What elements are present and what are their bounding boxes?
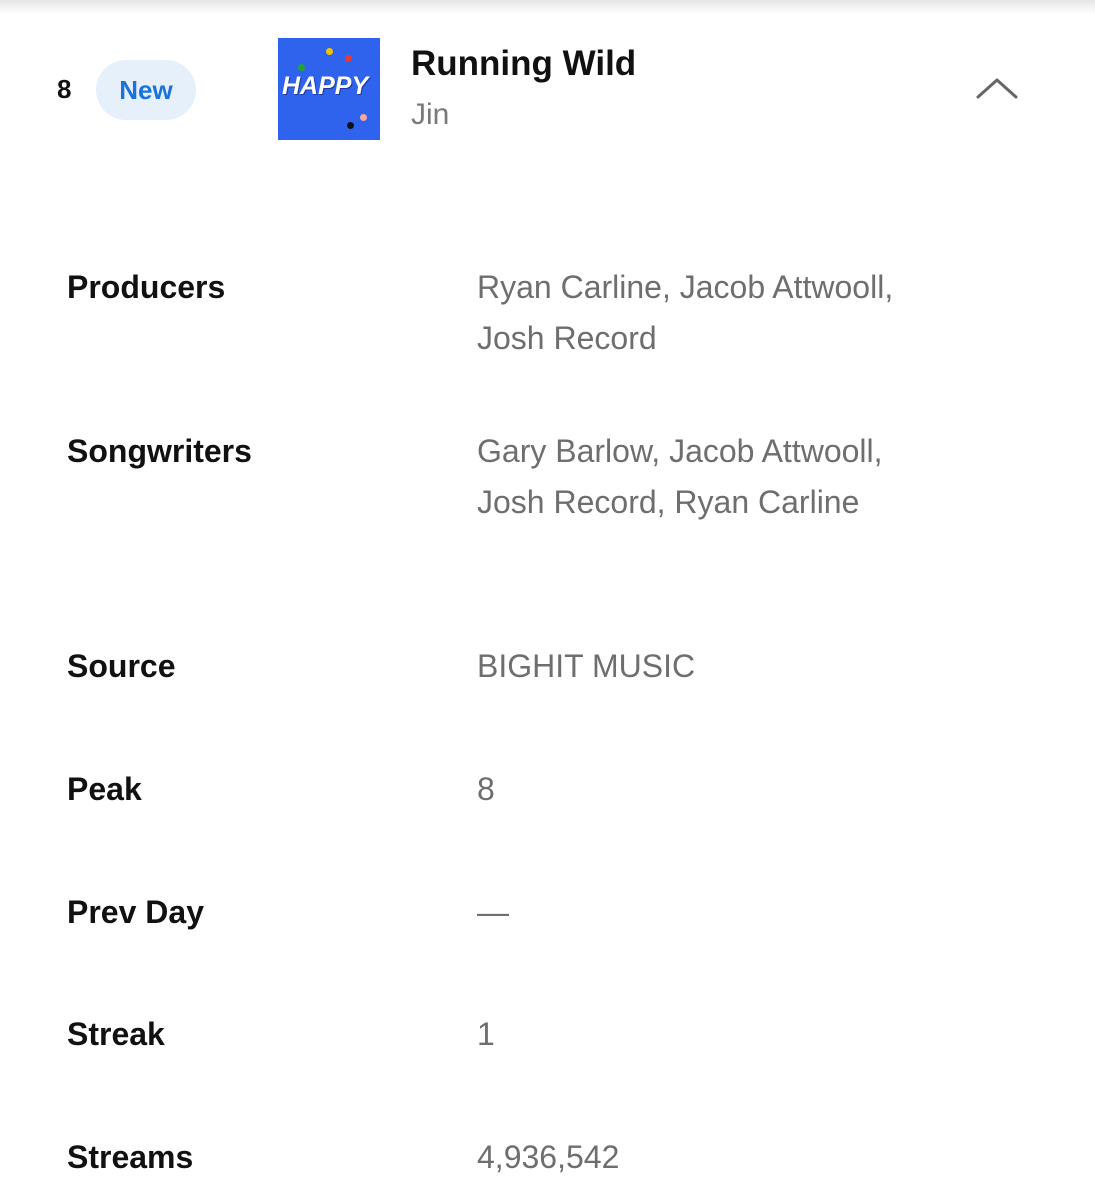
streak-value: 1 xyxy=(477,1016,495,1052)
streak-label: Streak xyxy=(67,1016,165,1052)
cover-dot-red xyxy=(345,55,352,62)
rank-number: 8 xyxy=(57,74,72,104)
collapse-button[interactable] xyxy=(972,70,1022,106)
songwriters-label: Songwriters xyxy=(67,433,252,469)
cover-dot-green xyxy=(298,64,305,71)
source-label: Source xyxy=(67,648,176,684)
cover-dot-black xyxy=(347,122,354,129)
producers-label: Producers xyxy=(67,269,226,305)
cover-title-text: HAPPY xyxy=(282,72,369,100)
cover-dot-pink xyxy=(360,114,367,121)
album-cover[interactable]: HAPPY xyxy=(278,38,380,140)
peak-value: 8 xyxy=(477,771,495,807)
prev-day-label: Prev Day xyxy=(67,894,204,930)
track-title[interactable]: Running Wild xyxy=(411,44,636,84)
peak-label: Peak xyxy=(67,771,142,807)
chevron-up-icon xyxy=(976,78,1018,99)
prev-day-value: — xyxy=(477,894,509,930)
chart-row-header[interactable]: 8 New HAPPY Running Wild Jin xyxy=(0,0,1095,160)
cover-dot-yellow xyxy=(326,48,333,55)
streams-value: 4,936,542 xyxy=(477,1139,620,1175)
producers-value: Ryan Carline, Jacob Attwooll, Josh Recor… xyxy=(477,269,894,356)
songwriters-value: Gary Barlow, Jacob Attwooll, Josh Record… xyxy=(477,433,883,520)
new-entry-badge: New xyxy=(96,60,196,120)
track-artist[interactable]: Jin xyxy=(411,98,449,132)
source-value: BIGHIT MUSIC xyxy=(477,648,696,684)
streams-label: Streams xyxy=(67,1139,194,1175)
new-entry-badge-label: New xyxy=(119,74,173,105)
